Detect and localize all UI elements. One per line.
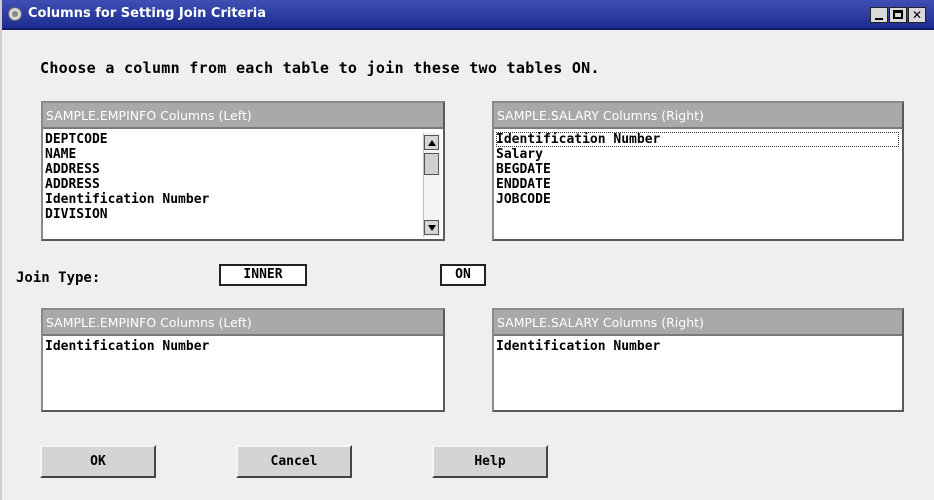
help-button[interactable]: Help	[432, 445, 548, 478]
title-bar[interactable]: Columns for Setting Join Criteria ✕	[2, 0, 934, 30]
list-item[interactable]: Salary	[496, 147, 902, 162]
right-columns-list[interactable]: SAMPLE.SALARY Columns (Right) Identifica…	[492, 101, 904, 241]
minimize-icon	[875, 18, 883, 20]
left-columns-body: DEPTCODE NAME ADDRESS ADDRESS Identifica…	[43, 129, 443, 222]
right-selected-columns-body: Identification Number	[494, 336, 902, 354]
list-item[interactable]: Identification Number	[496, 339, 902, 354]
list-item[interactable]: ADDRESS	[45, 177, 443, 192]
cancel-button[interactable]: Cancel	[236, 445, 352, 478]
list-item-selected[interactable]: Identification Number	[496, 132, 899, 147]
left-selected-columns-list[interactable]: SAMPLE.EMPINFO Columns (Left) Identifica…	[41, 308, 445, 412]
scroll-up-arrow-icon[interactable]	[424, 135, 439, 150]
close-icon: ✕	[911, 8, 923, 22]
list-item[interactable]: Identification Number	[45, 339, 443, 354]
window-title: Columns for Setting Join Criteria	[28, 6, 267, 21]
list-item[interactable]: DEPTCODE	[45, 132, 443, 147]
list-item[interactable]: Identification Number	[45, 192, 443, 207]
close-button[interactable]: ✕	[908, 7, 926, 23]
dialog-window: Columns for Setting Join Criteria ✕ Choo…	[0, 0, 934, 500]
app-icon	[8, 7, 22, 21]
list-item[interactable]: ADDRESS	[45, 162, 443, 177]
right-selected-columns-header: SAMPLE.SALARY Columns (Right)	[494, 310, 902, 336]
list-item[interactable]: NAME	[45, 147, 443, 162]
list-item[interactable]: ENDDATE	[496, 177, 902, 192]
list-item[interactable]: BEGDATE	[496, 162, 902, 177]
ok-button[interactable]: OK	[40, 445, 156, 478]
maximize-button[interactable]	[889, 7, 907, 23]
list-item[interactable]: JOBCODE	[496, 192, 902, 207]
scroll-down-arrow-icon[interactable]	[424, 220, 439, 235]
on-field[interactable]: ON	[440, 264, 486, 286]
left-columns-list[interactable]: SAMPLE.EMPINFO Columns (Left) DEPTCODE N…	[41, 101, 445, 241]
right-columns-body: Identification Number Salary BEGDATE END…	[494, 129, 902, 207]
left-columns-header: SAMPLE.EMPINFO Columns (Left)	[43, 103, 443, 129]
join-type-field[interactable]: INNER	[219, 264, 307, 286]
join-type-label: Join Type:	[16, 270, 101, 286]
minimize-button[interactable]	[870, 7, 888, 23]
right-selected-columns-list[interactable]: SAMPLE.SALARY Columns (Right) Identifica…	[492, 308, 904, 412]
scroll-thumb[interactable]	[424, 153, 439, 175]
instruction-text: Choose a column from each table to join …	[40, 59, 600, 77]
right-columns-header: SAMPLE.SALARY Columns (Right)	[494, 103, 902, 129]
left-selected-columns-body: Identification Number	[43, 336, 443, 354]
left-selected-columns-header: SAMPLE.EMPINFO Columns (Left)	[43, 310, 443, 336]
list-item[interactable]: DIVISION	[45, 207, 443, 222]
left-list-scrollbar[interactable]	[423, 133, 441, 237]
maximize-icon	[893, 10, 903, 19]
